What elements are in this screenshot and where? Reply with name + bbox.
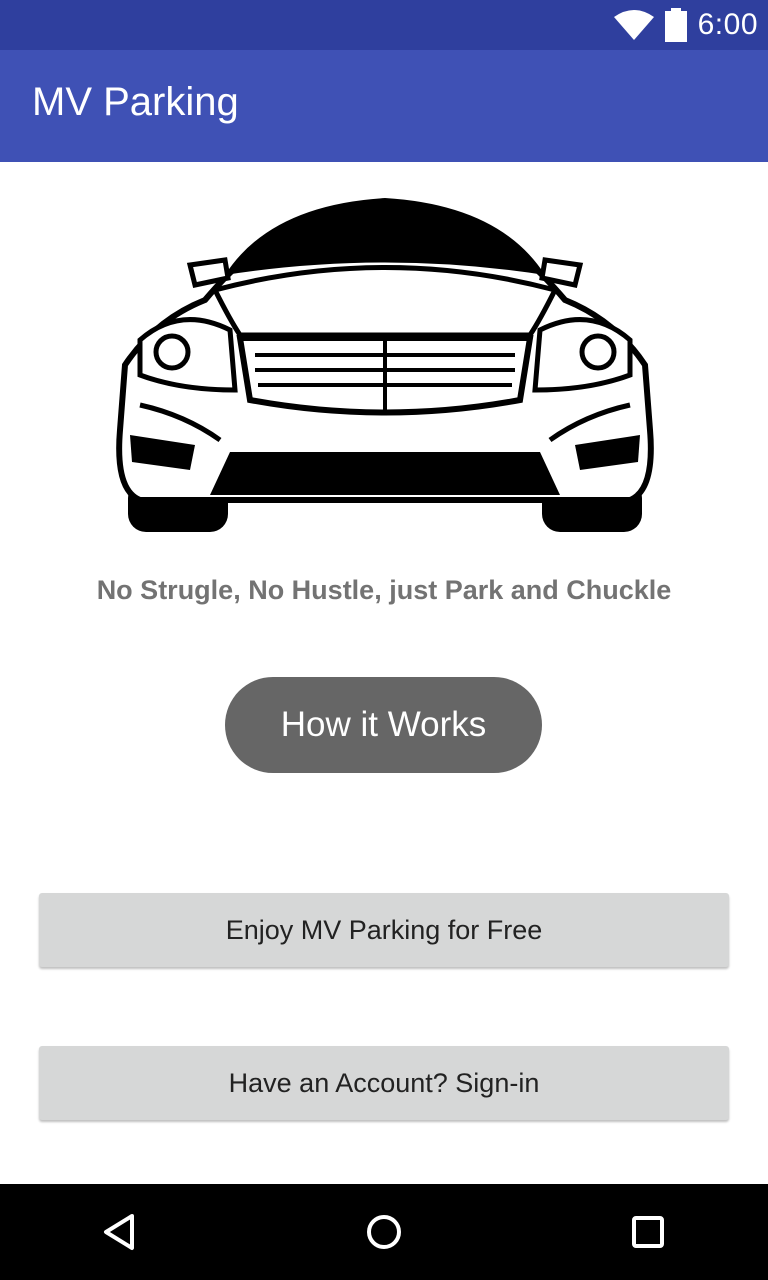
tagline-text: No Strugle, No Hustle, just Park and Chu… <box>96 575 672 605</box>
back-icon[interactable] <box>100 1212 140 1252</box>
status-icons: 6:00 <box>613 0 758 50</box>
how-it-works-button[interactable]: How it Works <box>225 677 542 773</box>
status-bar: 6:00 <box>0 0 768 50</box>
recent-apps-icon[interactable] <box>628 1212 668 1252</box>
sign-in-button[interactable]: Have an Account? Sign-in <box>39 1046 729 1120</box>
app-title: MV Parking <box>32 80 239 124</box>
navigation-bar <box>0 1184 768 1280</box>
status-time: 6:00 <box>697 8 758 41</box>
wifi-icon <box>613 10 654 40</box>
app-bar: MV Parking <box>0 50 768 162</box>
home-icon[interactable] <box>364 1212 404 1252</box>
enjoy-free-button[interactable]: Enjoy MV Parking for Free <box>39 893 729 967</box>
battery-icon <box>664 8 687 42</box>
car-front-illustration <box>116 198 654 532</box>
